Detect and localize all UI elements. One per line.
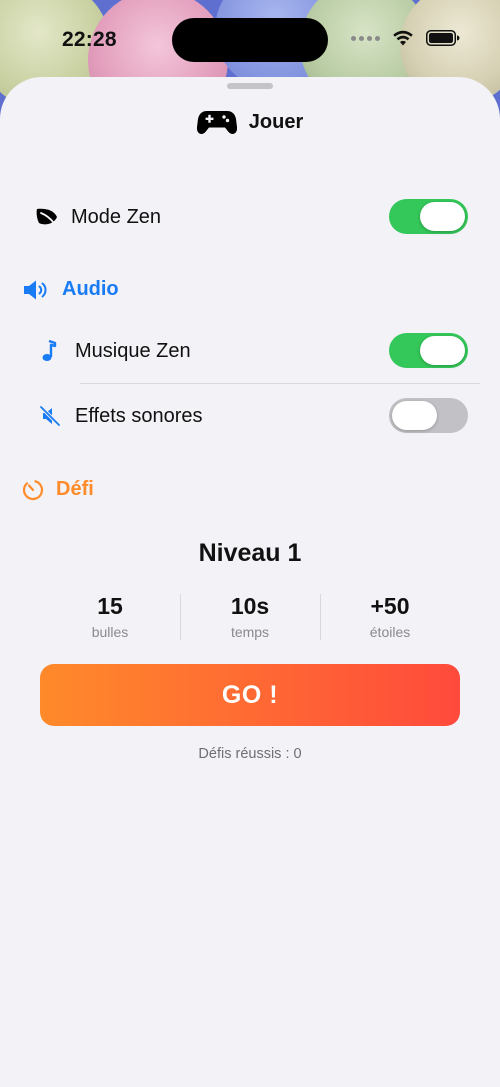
challenge-section-title: Défi bbox=[56, 478, 94, 500]
zen-mode-toggle[interactable] bbox=[389, 199, 468, 234]
level-title: Niveau 1 bbox=[198, 539, 302, 567]
stat-value: 10s bbox=[230, 593, 270, 619]
stat-bubbles: 15 bulles bbox=[40, 592, 180, 646]
challenge-stats: 15 bulles 10s temps +50 étoiles bbox=[40, 592, 460, 646]
stat-label: étoiles bbox=[369, 624, 411, 640]
stat-label: temps bbox=[230, 624, 270, 640]
stat-stars: +50 étoiles bbox=[320, 592, 460, 646]
challenges-completed-text: Défis réussis : 0 bbox=[198, 746, 302, 762]
play-sheet: Jouer Mode Zen Audio Musique Zen Effets … bbox=[0, 77, 500, 1087]
stat-value: +50 bbox=[370, 593, 410, 619]
stat-time: 10s temps bbox=[180, 592, 320, 646]
cellular-signal-icon bbox=[351, 35, 380, 41]
sheet-grabber[interactable] bbox=[227, 83, 273, 89]
go-button[interactable]: GO ! bbox=[40, 664, 460, 726]
sound-effects-row[interactable]: Effets sonores bbox=[0, 391, 500, 441]
zen-mode-row[interactable]: Mode Zen bbox=[0, 192, 500, 242]
sheet-header: Jouer bbox=[0, 109, 500, 135]
leaf-icon bbox=[35, 207, 59, 227]
dynamic-island bbox=[172, 18, 328, 62]
sound-effects-label: Effets sonores bbox=[75, 404, 203, 427]
audio-section-header: Audio bbox=[22, 278, 119, 301]
zen-mode-label: Mode Zen bbox=[71, 205, 162, 228]
audio-section-title: Audio bbox=[62, 278, 119, 300]
status-time: 22:28 bbox=[62, 28, 117, 51]
challenge-section-header: Défi bbox=[22, 478, 94, 501]
stat-value: 15 bbox=[97, 593, 123, 619]
music-row[interactable]: Musique Zen bbox=[0, 326, 500, 376]
music-toggle[interactable] bbox=[389, 333, 468, 368]
gamecontroller-icon bbox=[196, 111, 237, 134]
music-label: Musique Zen bbox=[75, 339, 191, 362]
battery-icon bbox=[426, 30, 460, 46]
speaker-slash-icon bbox=[39, 405, 61, 427]
stat-label: bulles bbox=[91, 624, 129, 640]
row-divider bbox=[80, 383, 480, 384]
timer-icon bbox=[22, 479, 44, 500]
sound-effects-toggle[interactable] bbox=[389, 398, 468, 433]
speaker-wave-icon bbox=[24, 280, 47, 299]
status-icons bbox=[351, 30, 460, 46]
music-note-icon bbox=[41, 339, 57, 363]
sheet-title: Jouer bbox=[248, 110, 304, 133]
status-bar: 22:28 bbox=[0, 0, 500, 80]
wifi-icon bbox=[393, 30, 413, 46]
